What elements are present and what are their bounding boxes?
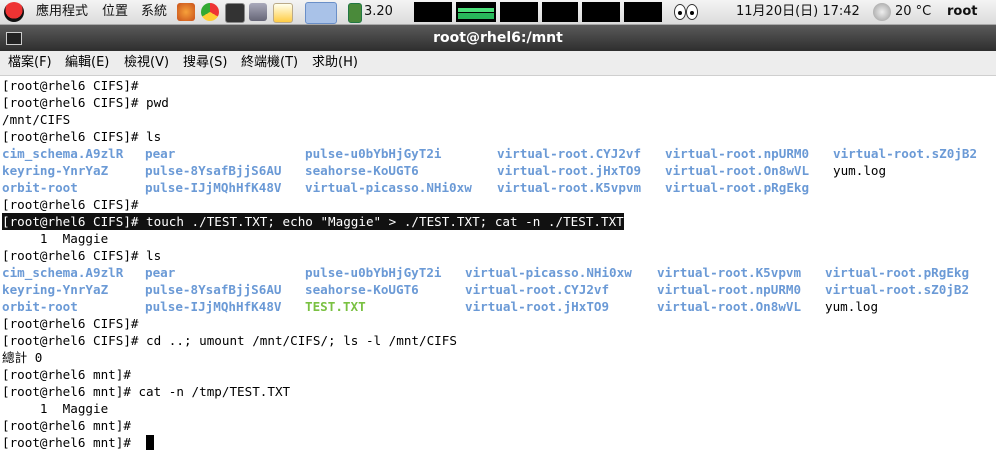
- top-panel: 應用程式 位置 系統 3.20 11月20日(日) 17:42 20 °C ro…: [0, 0, 996, 25]
- places-menu[interactable]: 位置: [102, 0, 128, 24]
- memory-monitor-graph: [456, 2, 496, 22]
- ls-entry: orbit-root: [2, 299, 78, 314]
- load-monitor-graph: [582, 2, 620, 22]
- terminal-output[interactable]: [root@rhel6 CIFS]# [root@rhel6 CIFS]# pw…: [0, 77, 996, 456]
- file-manager-icon[interactable]: [249, 3, 267, 21]
- ls-entry: virtual-root.On8wVL: [665, 163, 810, 178]
- terminal-line: 1 Maggie: [2, 231, 109, 246]
- ls-entry: virtual-root.CYJ2vf: [465, 282, 610, 297]
- ls-entry-executable: TEST.TXT: [305, 299, 366, 314]
- ls-entry: seahorse-KoUGT6: [305, 163, 419, 178]
- ls-entry: virtual-root.sZ0jB2: [833, 146, 978, 161]
- menu-search[interactable]: 搜尋(S): [183, 51, 227, 75]
- ls-entry: virtual-root.CYJ2vf: [497, 146, 642, 161]
- ls-entry: virtual-root.jHxTO9: [497, 163, 642, 178]
- redhat-logo-icon[interactable]: [4, 2, 24, 22]
- ls-entry: cim_schema.A9zlR: [2, 265, 124, 280]
- ls-entry: pulse-8YsafBjjS6AU: [145, 163, 282, 178]
- terminal-line: 總計 0: [2, 350, 43, 365]
- terminal-line: [root@rhel6 CIFS]#: [2, 78, 139, 93]
- ls-entry: yum.log: [825, 299, 879, 314]
- ls-entry: virtual-root.pRgEkg: [665, 180, 810, 195]
- menu-bar: 檔案(F) 編輯(E) 檢視(V) 搜尋(S) 終端機(T) 求助(H): [0, 51, 996, 76]
- terminal-line: [root@rhel6 mnt]#: [2, 367, 131, 382]
- ls-entry: seahorse-KoUGT6: [305, 282, 419, 297]
- selected-terminal-line[interactable]: [root@rhel6 CIFS]# touch ./TEST.TXT; ech…: [2, 213, 624, 230]
- ls-entry: virtual-root.npURM0: [665, 146, 810, 161]
- terminal-line: [root@rhel6 mnt]# cat -n /tmp/TEST.TXT: [2, 384, 291, 399]
- ls-entry: pulse-u0bYbHjGyT2i: [305, 265, 442, 280]
- temperature[interactable]: 20 °C: [895, 0, 931, 24]
- menu-help[interactable]: 求助(H): [312, 51, 358, 75]
- system-menu[interactable]: 系統: [141, 0, 167, 24]
- geyes-left-eye-icon: [674, 4, 686, 20]
- ls-entry: keyring-YnrYaZ: [2, 282, 109, 297]
- menu-terminal[interactable]: 終端機(T): [241, 51, 298, 75]
- terminal-line: /mnt/CIFS: [2, 112, 71, 127]
- ls-entry: pulse-u0bYbHjGyT2i: [305, 146, 442, 161]
- terminal-line: [root@rhel6 CIFS]# cd ..; umount /mnt/CI…: [2, 333, 457, 348]
- ls-entry: virtual-picasso.NHi0xw: [465, 265, 632, 280]
- applications-menu[interactable]: 應用程式: [36, 0, 88, 24]
- terminal-prompt-line: [root@rhel6 mnt]#: [2, 435, 139, 450]
- ls-entry: virtual-root.pRgEkg: [825, 265, 970, 280]
- menu-view[interactable]: 檢視(V): [124, 51, 169, 75]
- chrome-icon[interactable]: [201, 3, 219, 21]
- terminal-line: [root@rhel6 CIFS]#: [2, 316, 139, 331]
- ls-entry: virtual-picasso.NHi0xw: [305, 180, 472, 195]
- ls-entry: cim_schema.A9zlR: [2, 146, 124, 161]
- ls-entry: virtual-root.K5vpvm: [657, 265, 802, 280]
- cpu-freq-icon: [348, 3, 362, 23]
- firefox-icon[interactable]: [177, 3, 195, 21]
- user-menu[interactable]: root: [947, 0, 978, 24]
- terminal-launcher-icon[interactable]: [225, 3, 245, 23]
- ls-entry: virtual-root.sZ0jB2: [825, 282, 970, 297]
- menu-file[interactable]: 檔案(F): [8, 51, 52, 75]
- clock[interactable]: 11月20日(日) 17:42: [736, 0, 860, 24]
- ls-entry: virtual-root.K5vpvm: [497, 180, 642, 195]
- system-monitor-graph: [414, 2, 452, 22]
- geyes-right-eye-icon: [686, 4, 698, 20]
- ls-entry: pulse-IJjMQhHfK48V: [145, 299, 282, 314]
- ls-entry: yum.log: [833, 163, 887, 178]
- ls-entry: virtual-root.On8wVL: [657, 299, 802, 314]
- network-monitor-graph: [500, 2, 538, 22]
- disk-monitor-graph: [624, 2, 662, 22]
- terminal-line: [root@rhel6 CIFS]# ls: [2, 248, 162, 263]
- window-titlebar[interactable]: root@rhel6:/mnt: [0, 25, 996, 51]
- media-player-icon[interactable]: [305, 2, 337, 24]
- text-editor-icon[interactable]: [273, 3, 293, 23]
- terminal-line: [root@rhel6 CIFS]#: [2, 197, 139, 212]
- menu-edit[interactable]: 編輯(E): [65, 51, 109, 75]
- swap-monitor-graph: [542, 2, 578, 22]
- ls-entry: pulse-8YsafBjjS6AU: [145, 282, 282, 297]
- ls-entry: virtual-root.jHxTO9: [465, 299, 610, 314]
- terminal-line: [root@rhel6 CIFS]# ls: [2, 129, 162, 144]
- ls-entry: pear: [145, 265, 176, 280]
- terminal-line: 1 Maggie: [2, 401, 109, 416]
- terminal-cursor: [146, 435, 154, 450]
- cpu-frequency: 3.20: [364, 4, 393, 19]
- weather-icon: [873, 3, 891, 21]
- terminal-line: [root@rhel6 mnt]#: [2, 418, 131, 433]
- ls-entry: keyring-YnrYaZ: [2, 163, 109, 178]
- ls-entry: virtual-root.npURM0: [657, 282, 802, 297]
- ls-entry: pear: [145, 146, 176, 161]
- ls-entry: pulse-IJjMQhHfK48V: [145, 180, 282, 195]
- terminal-line: [root@rhel6 CIFS]# pwd: [2, 95, 169, 110]
- ls-entry: orbit-root: [2, 180, 78, 195]
- window-title: root@rhel6:/mnt: [433, 30, 563, 46]
